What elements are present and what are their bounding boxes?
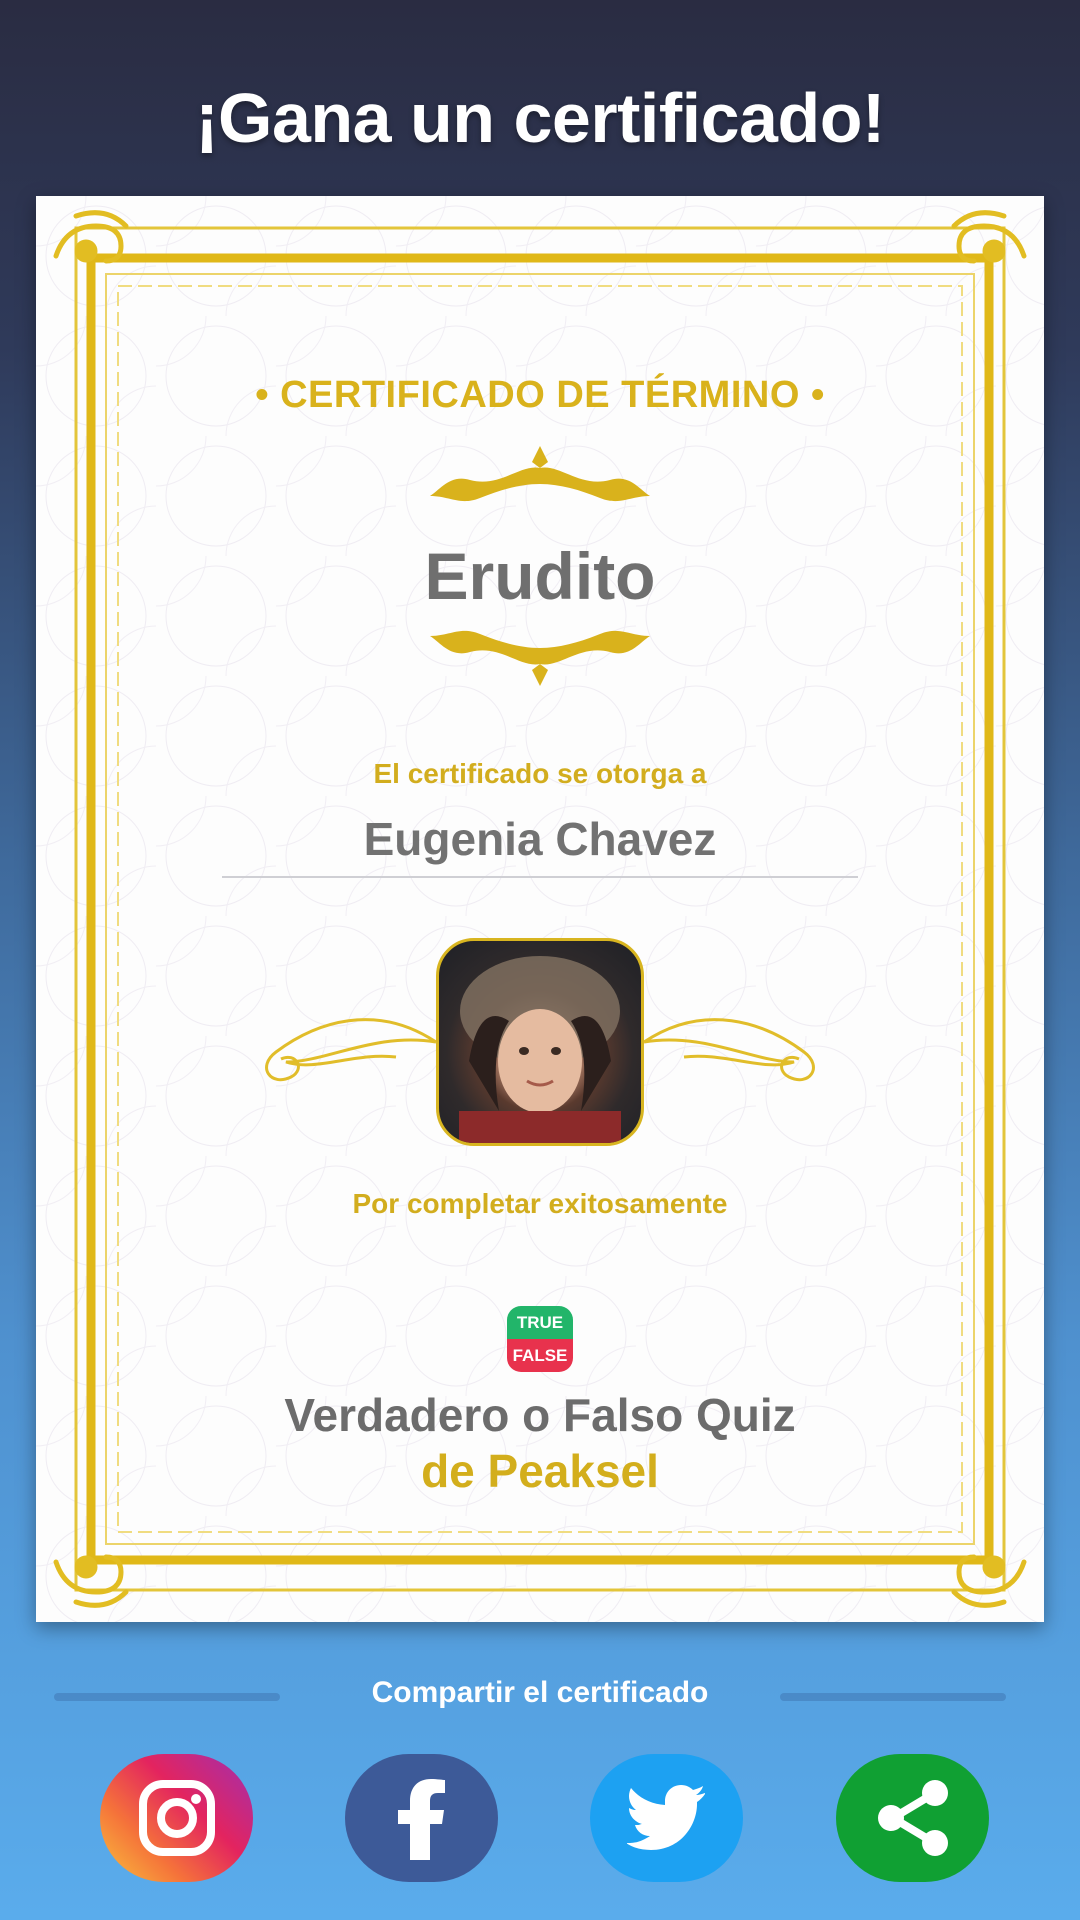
certificate-heading: • CERTIFICADO DE TÉRMINO • (255, 374, 825, 416)
app-logo-false: FALSE (507, 1339, 573, 1372)
facebook-share-button[interactable] (345, 1754, 498, 1882)
twitter-share-button[interactable] (590, 1754, 743, 1882)
app-name: Verdadero o Falso Quiz (284, 1389, 796, 1441)
instagram-share-button[interactable] (100, 1754, 253, 1882)
certificate-title: Erudito (424, 539, 656, 613)
page-title: ¡Gana un certificado! (195, 79, 885, 157)
twitter-icon (626, 1785, 705, 1850)
avatar (436, 938, 644, 1146)
divider (780, 1693, 1006, 1701)
completion-label: Por completar exitosamente (352, 1188, 728, 1219)
share-button[interactable] (836, 1754, 989, 1882)
awarded-to-label: El certificado se otorga a (373, 758, 707, 789)
app-logo: TRUE FALSE (507, 1306, 573, 1372)
app-logo-true: TRUE (507, 1306, 573, 1339)
name-underline (222, 876, 858, 878)
instagram-icon (138, 1780, 215, 1856)
recipient-name: Eugenia Chavez (363, 813, 717, 865)
certificate-card: • CERTIFICADO DE TÉRMINO • Erudito El ce… (36, 196, 1044, 1622)
share-icon (877, 1780, 948, 1856)
share-section-header: Compartir el certificado (0, 1672, 1080, 1722)
app-developer: de Peaksel (421, 1445, 659, 1497)
facebook-icon (397, 1779, 445, 1860)
